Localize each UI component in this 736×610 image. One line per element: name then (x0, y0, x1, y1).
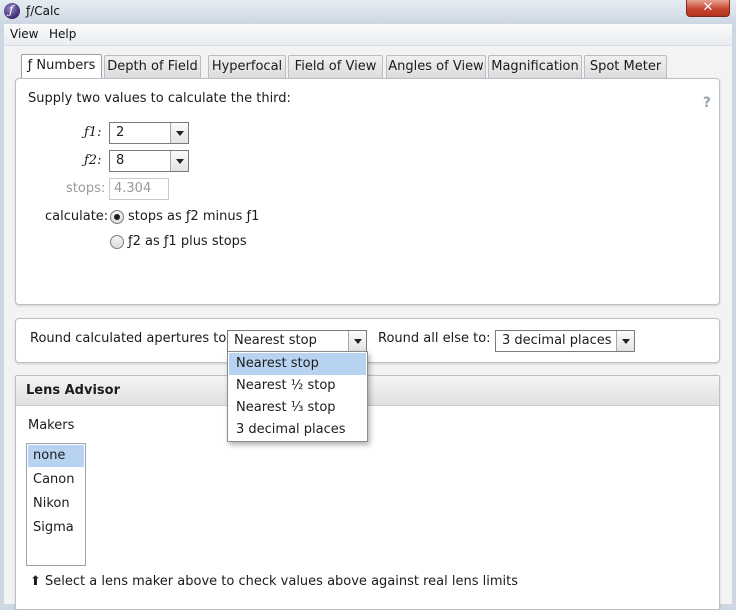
radio-f2-as-f1-plus-stops[interactable] (110, 235, 124, 249)
maker-item-none[interactable]: none (28, 445, 84, 467)
f2-label: ƒ2: (84, 153, 102, 168)
chevron-down-icon[interactable] (170, 151, 188, 171)
tab-hyperfocal[interactable]: Hyperfocal (208, 55, 286, 78)
round-apertures-dropdown: Nearest stop Nearest ½ stop Nearest ⅓ st… (227, 351, 368, 442)
makers-label: Makers (28, 418, 75, 433)
option2-label[interactable]: ƒ2 as ƒ1 plus stops (128, 234, 247, 249)
chevron-down-icon[interactable] (348, 331, 366, 351)
stops-value: 4.304 (114, 181, 152, 196)
window-title: ƒ/Calc (26, 4, 60, 18)
tab-field-of-view[interactable]: Field of View (288, 55, 383, 78)
menu-bar: View Help (4, 24, 732, 46)
radio-stops-as-f2-minus-f1[interactable] (110, 210, 124, 224)
stops-field: 4.304 (109, 178, 169, 200)
round-apertures-value: Nearest stop (234, 333, 317, 348)
menu-view[interactable]: View (10, 27, 38, 41)
chevron-down-icon[interactable] (170, 123, 188, 143)
f-numbers-panel: Supply two values to calculate the third… (15, 78, 720, 305)
round-else-value: 3 decimal places (502, 333, 612, 348)
tab-angles-of-view[interactable]: Angles of View (386, 55, 486, 78)
lens-advisor-title: Lens Advisor (26, 383, 120, 398)
calculate-label: calculate: (45, 209, 109, 224)
maker-item-canon[interactable]: Canon (28, 469, 84, 491)
f1-label: ƒ1: (84, 125, 102, 140)
option1-label[interactable]: stops as ƒ2 minus ƒ1 (128, 209, 259, 224)
window-body: View Help ƒ Numbers Depth of Field Hyper… (4, 24, 732, 610)
help-icon[interactable]: ? (703, 95, 711, 111)
stops-label: stops: (66, 181, 106, 196)
f1-combo[interactable]: 2 (109, 122, 189, 144)
f2-value: 8 (116, 153, 125, 168)
chevron-down-icon[interactable] (616, 331, 634, 351)
app-icon: ƒ (4, 3, 20, 19)
tab-f-numbers[interactable]: ƒ Numbers (21, 54, 102, 79)
lens-hint-text: ⬆ Select a lens maker above to check val… (30, 574, 518, 589)
round-else-combo[interactable]: 3 decimal places (495, 330, 635, 352)
round-else-label: Round all else to: (378, 331, 491, 346)
f2-combo[interactable]: 8 (109, 150, 189, 172)
dropdown-option-nearest-half-stop[interactable]: Nearest ½ stop (229, 375, 366, 397)
makers-list[interactable]: none Canon Nikon Sigma (26, 443, 86, 566)
title-bar: ƒ ƒ/Calc ✕ (0, 0, 736, 24)
close-button[interactable]: ✕ (686, 0, 730, 17)
app-icon-glyph: ƒ (9, 3, 14, 17)
round-apertures-label: Round calculated apertures to: (30, 331, 231, 346)
menu-help[interactable]: Help (49, 27, 76, 41)
tab-depth-of-field[interactable]: Depth of Field (104, 55, 201, 78)
dropdown-option-nearest-third-stop[interactable]: Nearest ⅓ stop (229, 397, 366, 419)
round-apertures-combo[interactable]: Nearest stop (227, 330, 367, 352)
tab-magnification[interactable]: Magnification (488, 55, 582, 78)
dropdown-option-nearest-stop[interactable]: Nearest stop (229, 353, 366, 375)
dropdown-option-3-decimal-places[interactable]: 3 decimal places (229, 419, 366, 441)
f1-value: 2 (116, 125, 125, 140)
tab-spot-meter[interactable]: Spot Meter (584, 55, 667, 78)
maker-item-sigma[interactable]: Sigma (28, 517, 84, 539)
instruction-text: Supply two values to calculate the third… (28, 91, 291, 106)
maker-item-nikon[interactable]: Nikon (28, 493, 84, 515)
